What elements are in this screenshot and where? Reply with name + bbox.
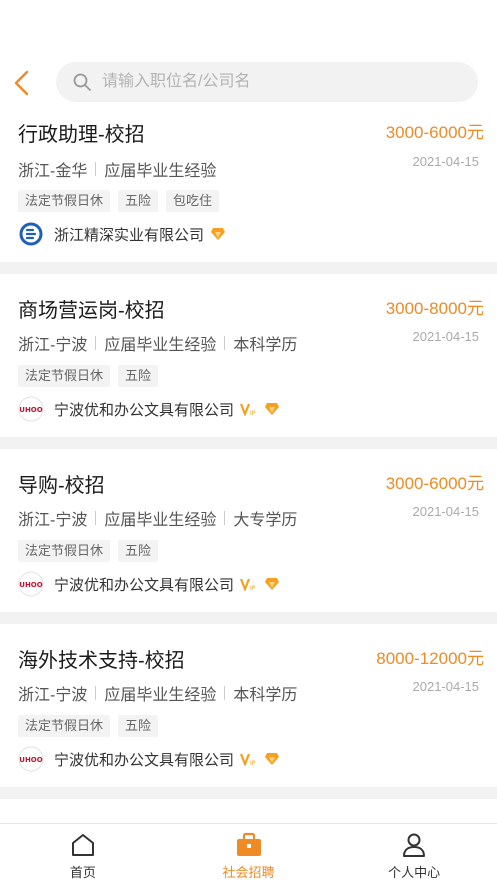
job-card[interactable]: 导购-校招 3000-6000元 2021-04-15 浙江-宁波 应届毕业生经… bbox=[0, 449, 497, 612]
job-tags: 法定节假日休 五险 包吃住 bbox=[18, 190, 220, 212]
job-title: 商场营运岗-校招 bbox=[18, 300, 165, 322]
company-logo: UHOO bbox=[18, 396, 44, 422]
job-tag: 包吃住 bbox=[166, 190, 220, 212]
search-bar[interactable] bbox=[56, 62, 478, 102]
job-tag: 法定节假日休 bbox=[18, 365, 111, 387]
job-experience: 应届毕业生经验 bbox=[104, 163, 217, 180]
chevron-left-icon bbox=[14, 70, 29, 96]
company-row[interactable]: 浙江精深实业有限公司 bbox=[18, 221, 226, 247]
tab-label: 社会招聘 bbox=[222, 865, 275, 880]
job-card[interactable]: 商场营运岗-校招 3000-8000元 2021-04-15 浙江-宁波 应届毕… bbox=[0, 274, 497, 437]
job-date: 2021-04-15 bbox=[412, 329, 480, 344]
tab-profile[interactable]: 个人中心 bbox=[331, 824, 497, 883]
job-tag: 法定节假日休 bbox=[18, 715, 111, 737]
job-meta: 浙江-金华 应届毕业生经验 bbox=[18, 157, 216, 181]
diamond-icon bbox=[264, 752, 280, 766]
job-education: 本科学历 bbox=[233, 687, 298, 704]
svg-text:UHOO: UHOO bbox=[19, 581, 42, 589]
job-tag: 五险 bbox=[118, 190, 159, 212]
job-title: 海外技术支持-校招 bbox=[18, 650, 185, 672]
job-card[interactable]: 海外技术支持-校招 8000-12000元 2021-04-15 浙江-宁波 应… bbox=[0, 624, 497, 787]
company-logo: UHOO bbox=[18, 746, 44, 772]
briefcase-icon bbox=[236, 832, 261, 856]
job-tag: 五险 bbox=[118, 540, 159, 562]
job-salary: 3000-6000元 bbox=[385, 474, 484, 493]
job-tag: 法定节假日休 bbox=[18, 190, 111, 212]
job-location: 浙江-宁波 bbox=[18, 512, 88, 529]
vip-icon: IP bbox=[240, 402, 258, 416]
svg-text:IP: IP bbox=[250, 585, 256, 591]
company-name: 浙江精深实业有限公司 bbox=[54, 226, 205, 244]
divider bbox=[224, 336, 226, 350]
job-meta: 浙江-宁波 应届毕业生经验 本科学历 bbox=[18, 681, 297, 705]
divider bbox=[95, 336, 97, 350]
job-tag: 五险 bbox=[118, 365, 159, 387]
tab-home[interactable]: 首页 bbox=[0, 824, 166, 883]
job-title: 导购-校招 bbox=[18, 475, 105, 497]
back-button[interactable] bbox=[10, 66, 36, 100]
job-experience: 应届毕业生经验 bbox=[104, 687, 217, 704]
diamond-icon bbox=[264, 577, 280, 591]
job-tag: 法定节假日休 bbox=[18, 540, 111, 562]
job-location: 浙江-宁波 bbox=[18, 687, 88, 704]
job-title: 行政助理-校招 bbox=[18, 124, 145, 146]
job-list: 行政助理-校招 3000-6000元 2021-04-15 浙江-金华 应届毕业… bbox=[0, 110, 497, 859]
diamond-icon bbox=[210, 227, 226, 241]
divider bbox=[95, 686, 97, 700]
job-salary: 3000-8000元 bbox=[385, 299, 484, 318]
company-name: 宁波优和办公文具有限公司 bbox=[54, 401, 235, 419]
company-row[interactable]: UHOO 宁波优和办公文具有限公司 IP bbox=[18, 571, 280, 597]
svg-text:UHOO: UHOO bbox=[19, 406, 42, 414]
divider bbox=[95, 511, 97, 525]
job-experience: 应届毕业生经验 bbox=[104, 337, 217, 354]
job-card[interactable]: 行政助理-校招 3000-6000元 2021-04-15 浙江-金华 应届毕业… bbox=[0, 110, 497, 262]
search-icon bbox=[73, 73, 91, 91]
vip-icon: IP bbox=[240, 752, 258, 766]
job-meta: 浙江-宁波 应届毕业生经验 本科学历 bbox=[18, 331, 297, 355]
job-date: 2021-04-15 bbox=[412, 679, 480, 694]
tab-jobs[interactable]: 社会招聘 bbox=[166, 824, 332, 883]
tab-label: 个人中心 bbox=[388, 865, 441, 880]
job-date: 2021-04-15 bbox=[412, 154, 480, 169]
company-name: 宁波优和办公文具有限公司 bbox=[54, 751, 235, 769]
job-tags: 法定节假日休 五险 bbox=[18, 715, 159, 737]
job-salary: 8000-12000元 bbox=[376, 649, 484, 668]
job-tags: 法定节假日休 五险 bbox=[18, 365, 159, 387]
company-logo bbox=[18, 221, 44, 247]
user-icon bbox=[403, 833, 426, 857]
divider bbox=[224, 511, 226, 525]
job-tag: 五险 bbox=[118, 715, 159, 737]
company-name: 宁波优和办公文具有限公司 bbox=[54, 576, 235, 594]
job-date: 2021-04-15 bbox=[412, 504, 480, 519]
svg-text:IP: IP bbox=[250, 760, 256, 766]
job-location: 浙江-宁波 bbox=[18, 337, 88, 354]
tab-label: 首页 bbox=[69, 865, 96, 880]
job-education: 本科学历 bbox=[233, 337, 298, 354]
company-row[interactable]: UHOO 宁波优和办公文具有限公司 IP bbox=[18, 746, 280, 772]
svg-text:IP: IP bbox=[250, 410, 256, 416]
job-tags: 法定节假日休 五险 bbox=[18, 540, 159, 562]
job-experience: 应届毕业生经验 bbox=[104, 512, 217, 529]
job-location: 浙江-金华 bbox=[18, 163, 88, 180]
job-education: 大专学历 bbox=[233, 512, 298, 529]
divider bbox=[95, 162, 97, 176]
svg-text:UHOO: UHOO bbox=[19, 756, 42, 764]
top-bar bbox=[0, 0, 497, 110]
job-salary: 3000-6000元 bbox=[385, 123, 484, 142]
job-meta: 浙江-宁波 应届毕业生经验 大专学历 bbox=[18, 506, 297, 530]
bottom-tab-bar: 首页 社会招聘 个人中心 bbox=[0, 823, 497, 883]
company-row[interactable]: UHOO 宁波优和办公文具有限公司 IP bbox=[18, 396, 280, 422]
search-input[interactable] bbox=[102, 62, 462, 102]
diamond-icon bbox=[264, 402, 280, 416]
vip-icon: IP bbox=[240, 577, 258, 591]
home-icon bbox=[71, 834, 94, 856]
divider bbox=[224, 686, 226, 700]
company-logo: UHOO bbox=[18, 571, 44, 597]
